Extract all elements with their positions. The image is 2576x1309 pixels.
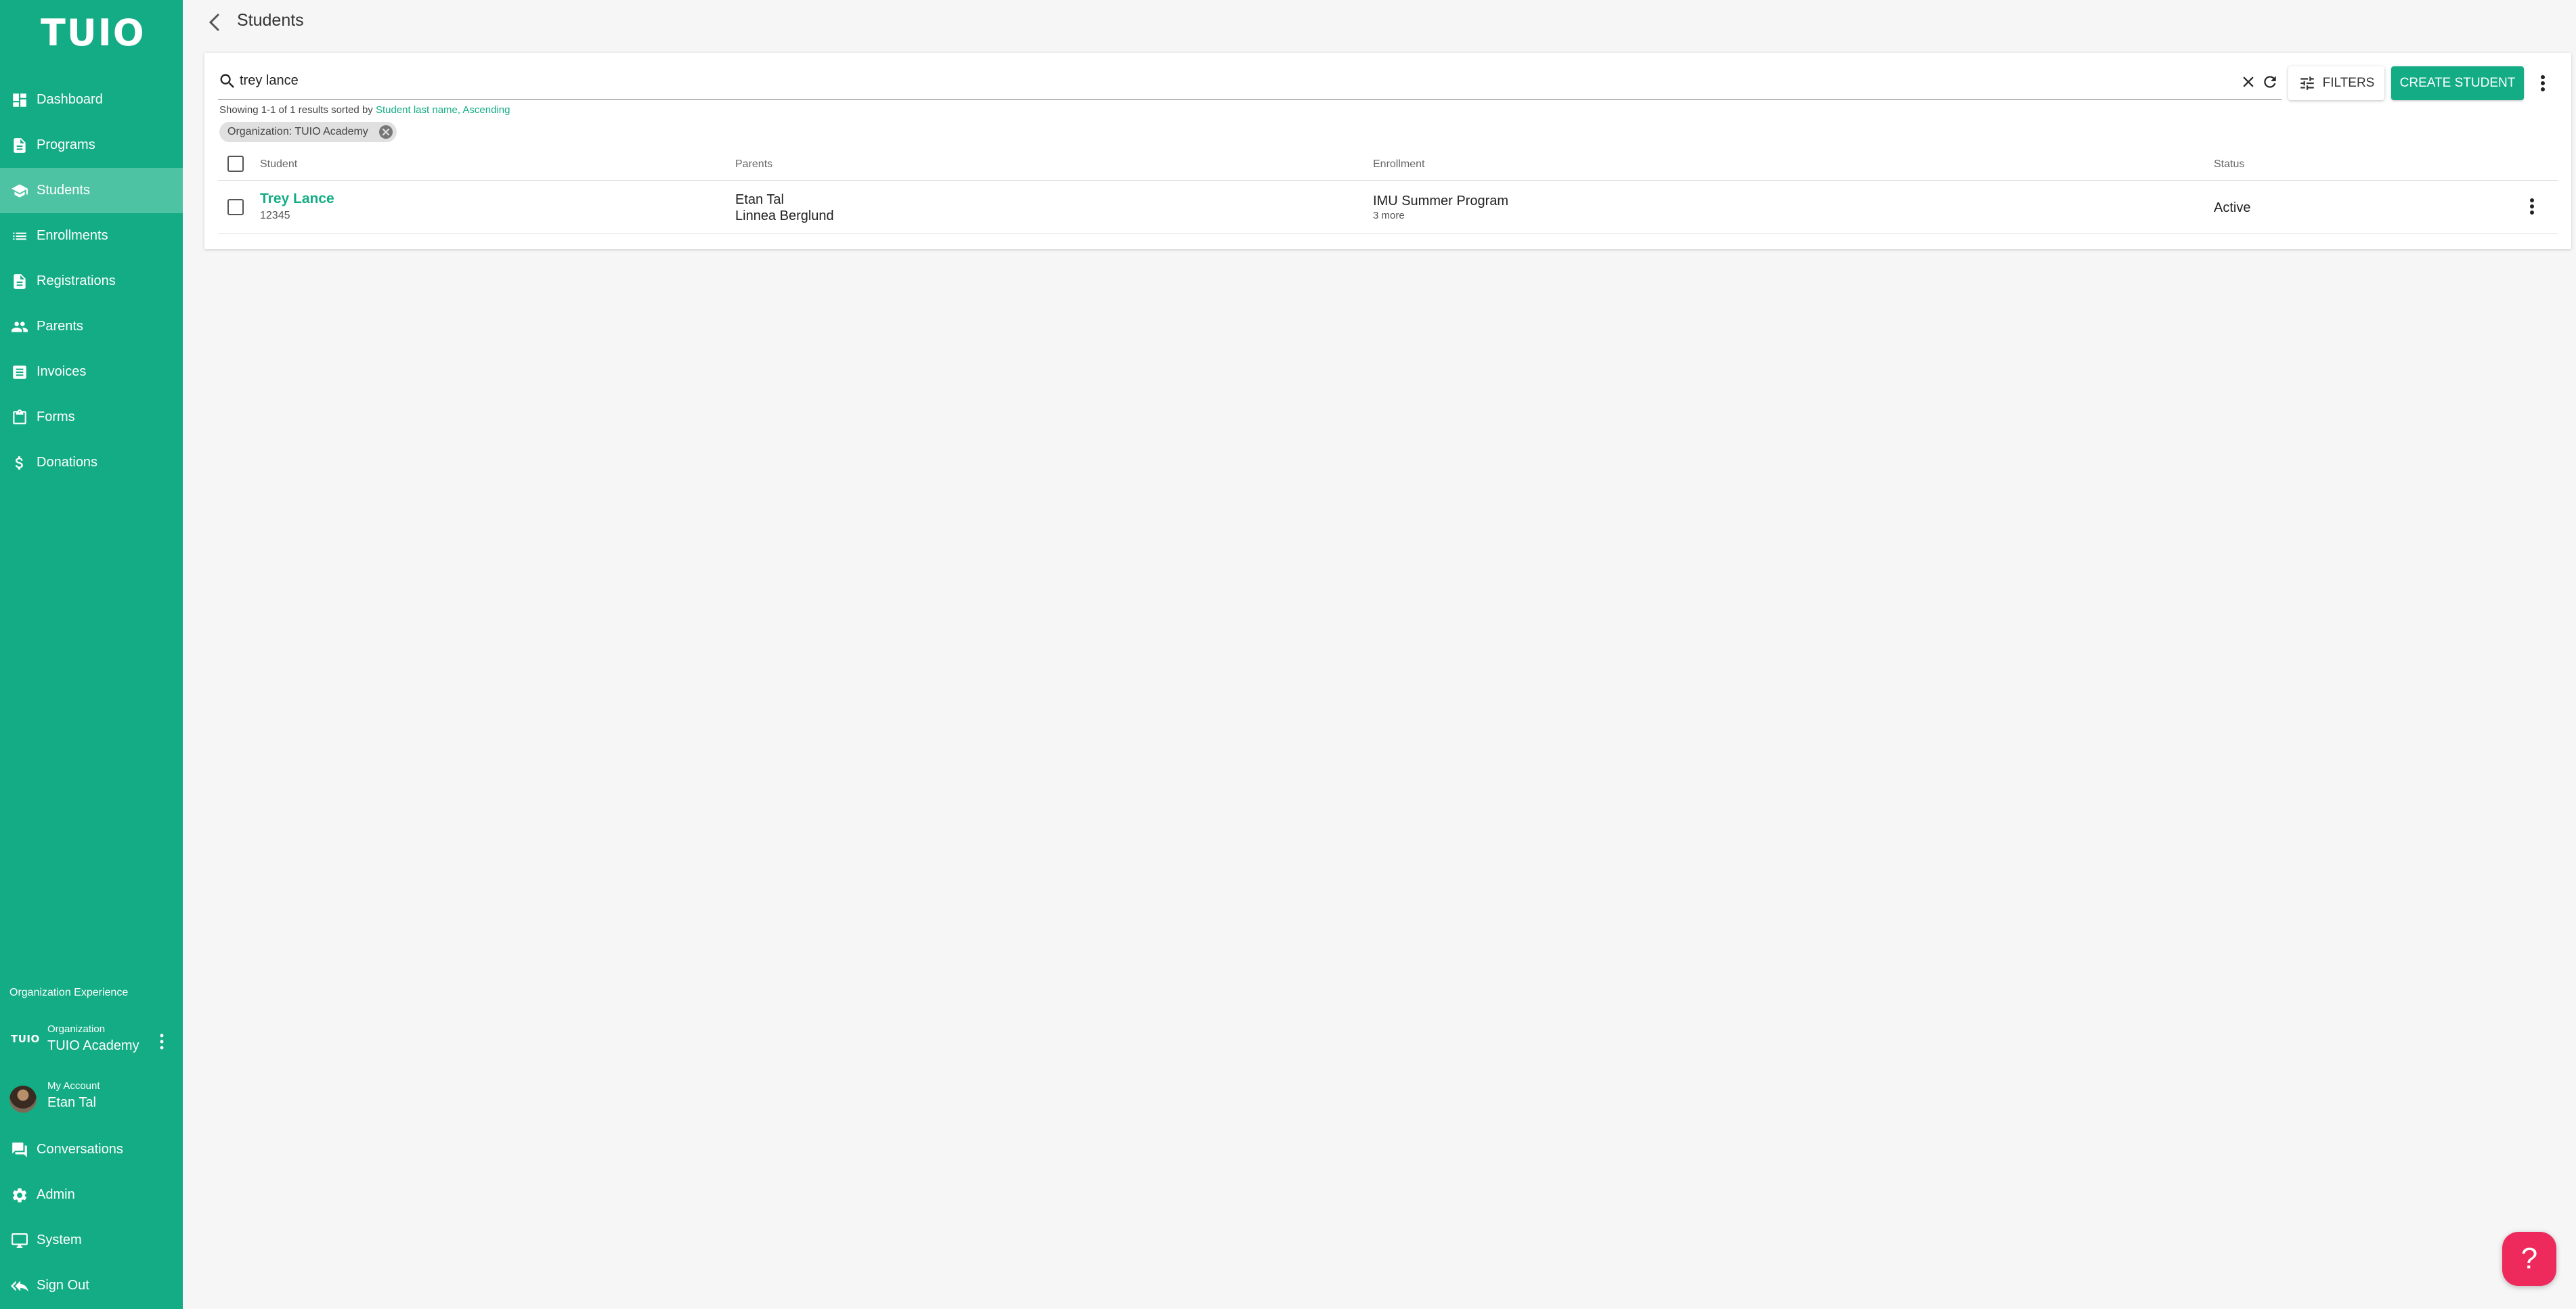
sidebar-item-programs[interactable]: Programs [0, 123, 183, 168]
sidebar-item-sign-out[interactable]: Sign Out [0, 1263, 183, 1308]
sidebar-item-admin[interactable]: Admin [0, 1172, 183, 1218]
sidebar-item-system[interactable]: System [0, 1218, 183, 1263]
account-name: Etan Tal [47, 1095, 96, 1110]
sidebar-item-invoices[interactable]: Invoices [0, 349, 183, 395]
sidebar-item-forms[interactable]: Forms [0, 395, 183, 440]
enrollment-more[interactable]: 3 more [1373, 210, 1405, 221]
chip-label: Organization: TUIO Academy [227, 126, 368, 137]
student-id: 12345 [260, 210, 290, 221]
organization-label: Organization [47, 1023, 106, 1035]
sidebar-item-donations[interactable]: Donations [0, 440, 183, 485]
results-summary: Showing 1-1 of 1 results sorted by Stude… [219, 104, 510, 116]
sidebar-item-label: Donations [37, 455, 98, 470]
parent-name: Linnea Berglund [735, 208, 834, 223]
tune-icon [2300, 76, 2314, 90]
sidebar-item-label: Sign Out [37, 1278, 89, 1293]
sidebar-item-label: Registrations [37, 273, 116, 288]
filters-label: FILTERS [2322, 76, 2375, 90]
filters-button[interactable]: FILTERS [2288, 66, 2384, 100]
invoice-icon [11, 363, 28, 381]
cancel-icon[interactable] [378, 124, 394, 140]
sidebar-item-dashboard[interactable]: Dashboard [0, 77, 183, 123]
header-divider [218, 180, 2558, 181]
students-card: FILTERS CREATE STUDENT Showing 1-1 of 1 … [204, 53, 2571, 249]
document-icon [11, 137, 28, 154]
document-icon [11, 273, 28, 290]
my-account[interactable]: My Account Etan Tal [0, 1078, 183, 1118]
sort-link[interactable]: Student last name, Ascending [376, 104, 510, 116]
more-vert-icon[interactable] [2537, 72, 2548, 95]
column-header-status[interactable]: Status [2214, 158, 2244, 171]
chat-icon [11, 1141, 28, 1159]
search-icon [220, 74, 234, 88]
sidebar-item-label: Forms [37, 409, 75, 424]
results-prefix: Showing 1-1 of 1 results sorted by [219, 104, 376, 116]
sidebar-item-label: Students [37, 183, 90, 198]
sign-out-icon [11, 1277, 28, 1295]
search-input[interactable] [238, 68, 2435, 93]
more-vert-icon[interactable] [2527, 195, 2537, 218]
sidebar-item-label: Programs [37, 137, 95, 152]
account-label: My Account [47, 1080, 100, 1092]
sidebar-item-label: Admin [37, 1187, 75, 1202]
list-icon [11, 227, 28, 245]
sidebar-item-label: Dashboard [37, 92, 103, 107]
create-student-button[interactable]: CREATE STUDENT [2391, 66, 2524, 100]
row-divider [218, 233, 2558, 234]
organization-switcher[interactable]: TUIO Organization TUIO Academy [0, 1021, 183, 1061]
sidebar-item-enrollments[interactable]: Enrollments [0, 213, 183, 259]
school-icon [11, 182, 28, 200]
back-arrow-icon[interactable] [204, 11, 225, 34]
dashboard-icon [11, 91, 28, 109]
sidebar-item-registrations[interactable]: Registrations [0, 259, 183, 304]
sidebar-item-parents[interactable]: Parents [0, 304, 183, 349]
page-title: Students [237, 11, 304, 30]
select-all-checkbox[interactable] [227, 156, 244, 172]
sidebar-item-label: Enrollments [37, 228, 108, 243]
filter-chip[interactable]: Organization: TUIO Academy [219, 122, 397, 142]
refresh-icon[interactable] [2261, 73, 2279, 91]
column-header-parents[interactable]: Parents [735, 158, 772, 171]
tuio-logo[interactable]: TUIO [41, 12, 146, 54]
column-header-enrollment[interactable]: Enrollment [1373, 158, 1424, 171]
sidebar: TUIO Dashboard Programs Students Enrollm… [0, 0, 183, 1309]
close-icon[interactable] [2240, 73, 2257, 91]
people-icon [11, 318, 28, 336]
gear-icon [11, 1186, 28, 1204]
more-vert-icon[interactable] [158, 1033, 165, 1050]
sidebar-item-label: Parents [37, 319, 83, 334]
help-icon: ? [2520, 1242, 2538, 1275]
sidebar-item-label: Invoices [37, 364, 87, 379]
sidebar-item-label: System [37, 1233, 82, 1247]
section-label: Organization Experience [9, 987, 129, 998]
clipboard-icon [11, 409, 28, 426]
row-checkbox[interactable] [227, 199, 244, 215]
status-text: Active [2214, 200, 2251, 215]
search-underline [218, 99, 2282, 100]
column-header-student[interactable]: Student [260, 158, 297, 171]
sidebar-item-label: Conversations [37, 1142, 123, 1157]
help-button[interactable]: ? [2502, 1232, 2556, 1286]
dollar-icon [11, 454, 28, 472]
sidebar-item-conversations[interactable]: Conversations [0, 1127, 183, 1172]
sidebar-item-students[interactable]: Students [0, 168, 183, 213]
avatar [9, 1086, 37, 1113]
monitor-icon [11, 1232, 28, 1249]
organization-badge: TUIO [11, 1033, 40, 1045]
organization-name: TUIO Academy [47, 1038, 139, 1053]
parent-name: Etan Tal [735, 192, 784, 207]
enrollment-name: IMU Summer Program [1373, 194, 1509, 208]
student-name-link[interactable]: Trey Lance [260, 191, 334, 207]
